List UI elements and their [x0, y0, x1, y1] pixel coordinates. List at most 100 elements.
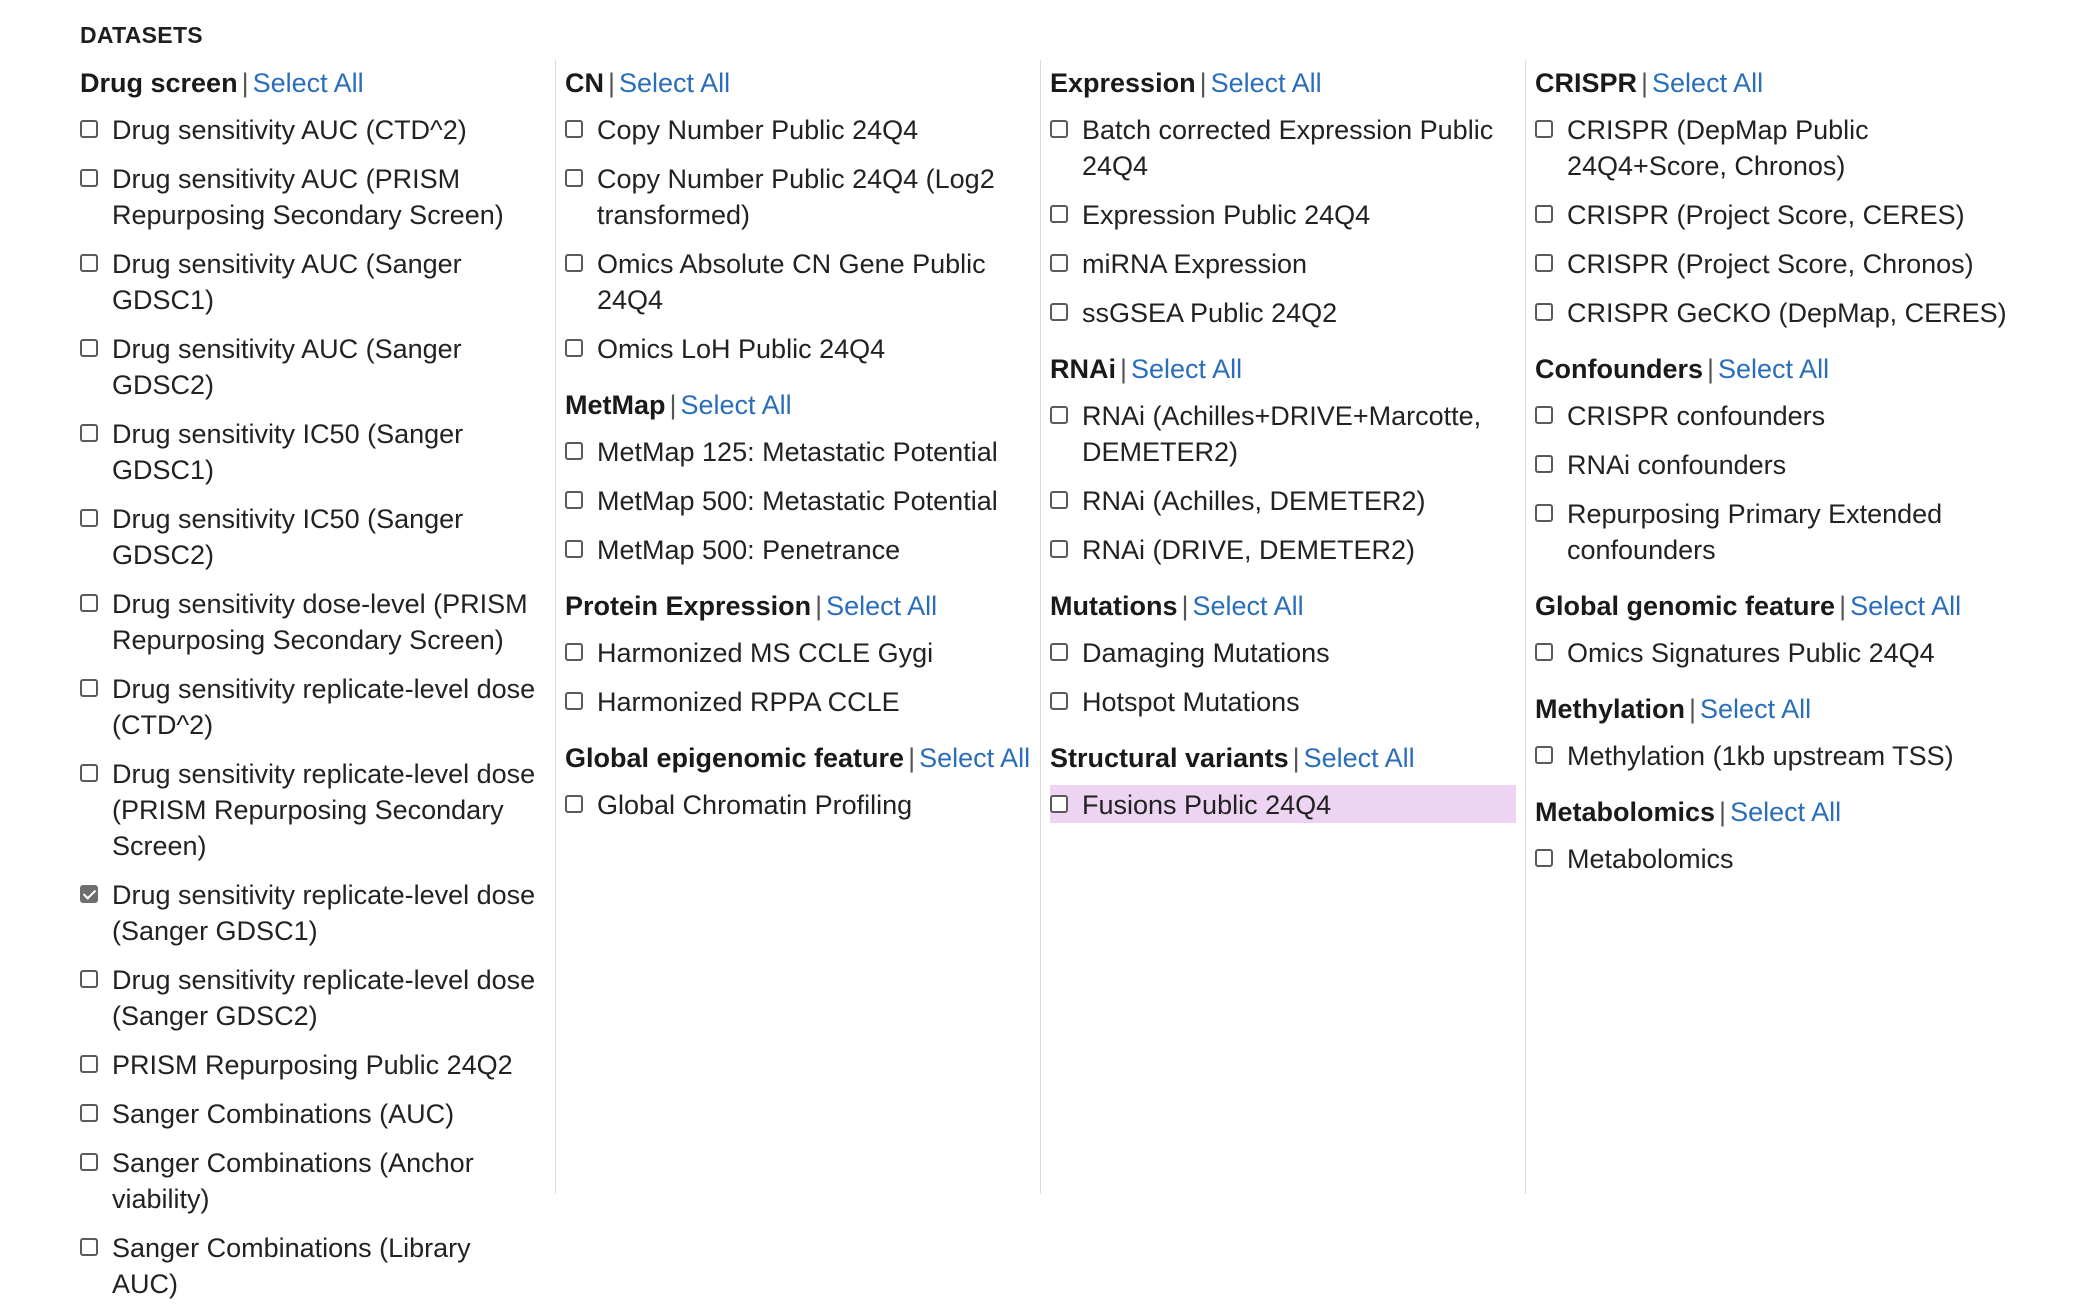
- dataset-option[interactable]: RNAi (Achilles, DEMETER2): [1050, 477, 1525, 526]
- checkbox[interactable]: [80, 1055, 98, 1073]
- checkbox[interactable]: [565, 169, 583, 187]
- checkbox[interactable]: [80, 1153, 98, 1171]
- checkbox[interactable]: [1050, 491, 1068, 509]
- checkbox[interactable]: [80, 169, 98, 187]
- checkbox[interactable]: [1535, 205, 1553, 223]
- checkbox[interactable]: [565, 120, 583, 138]
- dataset-option[interactable]: RNAi (DRIVE, DEMETER2): [1050, 526, 1525, 575]
- select-all-link[interactable]: Select All: [1652, 68, 1763, 98]
- dataset-option[interactable]: Repurposing Primary Extended confounders: [1535, 490, 2010, 575]
- select-all-link[interactable]: Select All: [1718, 354, 1829, 384]
- checkbox[interactable]: [565, 540, 583, 558]
- dataset-option[interactable]: MetMap 500: Metastatic Potential: [565, 477, 1040, 526]
- dataset-option[interactable]: Drug sensitivity IC50 (Sanger GDSC1): [80, 410, 555, 495]
- dataset-option[interactable]: RNAi confounders: [1535, 441, 2010, 490]
- checkbox[interactable]: [565, 795, 583, 813]
- checkbox[interactable]: [80, 120, 98, 138]
- dataset-option[interactable]: Drug sensitivity AUC (CTD^2): [80, 106, 555, 155]
- select-all-link[interactable]: Select All: [681, 390, 792, 420]
- checkbox[interactable]: [1050, 254, 1068, 272]
- dataset-option[interactable]: Sanger Combinations (Anchor viability): [80, 1139, 555, 1224]
- checkbox[interactable]: [565, 254, 583, 272]
- dataset-option[interactable]: Drug sensitivity replicate-level dose (S…: [80, 871, 555, 956]
- select-all-link[interactable]: Select All: [1700, 694, 1811, 724]
- dataset-option[interactable]: Omics Signatures Public 24Q4: [1535, 629, 2010, 678]
- checkbox[interactable]: [1535, 746, 1553, 764]
- select-all-link[interactable]: Select All: [1131, 354, 1242, 384]
- checkbox[interactable]: [1535, 254, 1553, 272]
- checkbox[interactable]: [565, 339, 583, 357]
- dataset-option[interactable]: CRISPR (Project Score, CERES): [1535, 191, 2010, 240]
- dataset-option-highlighted[interactable]: Fusions Public 24Q4: [1050, 785, 1516, 823]
- checkbox[interactable]: [80, 594, 98, 612]
- dataset-option[interactable]: ssGSEA Public 24Q2: [1050, 289, 1525, 338]
- checkbox[interactable]: [1050, 643, 1068, 661]
- checkbox[interactable]: [1535, 406, 1553, 424]
- dataset-option[interactable]: PRISM Repurposing Public 24Q2: [80, 1041, 555, 1090]
- select-all-link[interactable]: Select All: [619, 68, 730, 98]
- checkbox[interactable]: [1535, 303, 1553, 321]
- checkbox[interactable]: [1050, 205, 1068, 223]
- checkbox[interactable]: [1050, 692, 1068, 710]
- dataset-option[interactable]: Hotspot Mutations: [1050, 678, 1525, 727]
- checkbox[interactable]: [80, 1238, 98, 1256]
- dataset-option[interactable]: Sanger Combinations (AUC): [80, 1090, 555, 1139]
- dataset-option[interactable]: Drug sensitivity replicate-level dose (P…: [80, 750, 555, 871]
- checkbox[interactable]: [80, 1104, 98, 1122]
- dataset-option[interactable]: Drug sensitivity replicate-level dose (S…: [80, 956, 555, 1041]
- dataset-option[interactable]: Drug sensitivity AUC (PRISM Repurposing …: [80, 155, 555, 240]
- checkbox[interactable]: [565, 692, 583, 710]
- dataset-option[interactable]: Sanger Combinations (Library AUC): [80, 1224, 555, 1309]
- checkbox[interactable]: [80, 254, 98, 272]
- dataset-option[interactable]: Copy Number Public 24Q4 (Log2 transforme…: [565, 155, 1040, 240]
- checkbox[interactable]: [80, 339, 98, 357]
- checkbox[interactable]: [565, 442, 583, 460]
- checkbox[interactable]: [1535, 120, 1553, 138]
- checkbox[interactable]: [1050, 540, 1068, 558]
- dataset-option[interactable]: CRISPR GeCKO (DepMap, CERES): [1535, 289, 2010, 338]
- dataset-option[interactable]: CRISPR (DepMap Public 24Q4+Score, Chrono…: [1535, 106, 2010, 191]
- dataset-option[interactable]: Omics Absolute CN Gene Public 24Q4: [565, 240, 1040, 325]
- checkbox[interactable]: [80, 424, 98, 442]
- checkbox[interactable]: [80, 764, 98, 782]
- dataset-option[interactable]: RNAi (Achilles+DRIVE+Marcotte, DEMETER2): [1050, 392, 1525, 477]
- dataset-option[interactable]: Drug sensitivity AUC (Sanger GDSC2): [80, 325, 555, 410]
- dataset-option[interactable]: Drug sensitivity dose-level (PRISM Repur…: [80, 580, 555, 665]
- checkbox[interactable]: [1050, 406, 1068, 424]
- dataset-option[interactable]: Metabolomics: [1535, 835, 2010, 884]
- select-all-link[interactable]: Select All: [1730, 797, 1841, 827]
- dataset-option[interactable]: Harmonized RPPA CCLE: [565, 678, 1040, 727]
- checkbox[interactable]: [80, 970, 98, 988]
- dataset-option[interactable]: Damaging Mutations: [1050, 629, 1525, 678]
- checkbox[interactable]: [80, 509, 98, 527]
- dataset-option[interactable]: Copy Number Public 24Q4: [565, 106, 1040, 155]
- checkbox[interactable]: [80, 679, 98, 697]
- checkbox[interactable]: [1535, 849, 1553, 867]
- select-all-link[interactable]: Select All: [253, 68, 364, 98]
- checkbox[interactable]: [1050, 120, 1068, 138]
- dataset-option[interactable]: Batch corrected Expression Public 24Q4: [1050, 106, 1525, 191]
- checkbox[interactable]: [1050, 303, 1068, 321]
- dataset-option[interactable]: Global Chromatin Profiling: [565, 781, 1040, 830]
- checkbox[interactable]: [1535, 504, 1553, 522]
- checkbox[interactable]: [1535, 455, 1553, 473]
- checkbox[interactable]: [565, 643, 583, 661]
- dataset-option[interactable]: Methylation (1kb upstream TSS): [1535, 732, 2010, 781]
- dataset-option[interactable]: Drug sensitivity replicate-level dose (C…: [80, 665, 555, 750]
- select-all-link[interactable]: Select All: [1193, 591, 1304, 621]
- dataset-option[interactable]: Drug sensitivity AUC (Sanger GDSC1): [80, 240, 555, 325]
- dataset-option[interactable]: MetMap 125: Metastatic Potential: [565, 428, 1040, 477]
- dataset-option[interactable]: miRNA Expression: [1050, 240, 1525, 289]
- select-all-link[interactable]: Select All: [919, 743, 1030, 773]
- dataset-option[interactable]: CRISPR confounders: [1535, 392, 2010, 441]
- select-all-link[interactable]: Select All: [1304, 743, 1415, 773]
- checkbox[interactable]: [1535, 643, 1553, 661]
- dataset-option[interactable]: CRISPR (Project Score, Chronos): [1535, 240, 2010, 289]
- dataset-option[interactable]: Expression Public 24Q4: [1050, 191, 1525, 240]
- dataset-option[interactable]: Drug sensitivity IC50 (Sanger GDSC2): [80, 495, 555, 580]
- dataset-option[interactable]: MetMap 500: Penetrance: [565, 526, 1040, 575]
- select-all-link[interactable]: Select All: [1850, 591, 1961, 621]
- dataset-option[interactable]: Harmonized MS CCLE Gygi: [565, 629, 1040, 678]
- checkbox[interactable]: [565, 491, 583, 509]
- checkbox[interactable]: [1050, 795, 1068, 813]
